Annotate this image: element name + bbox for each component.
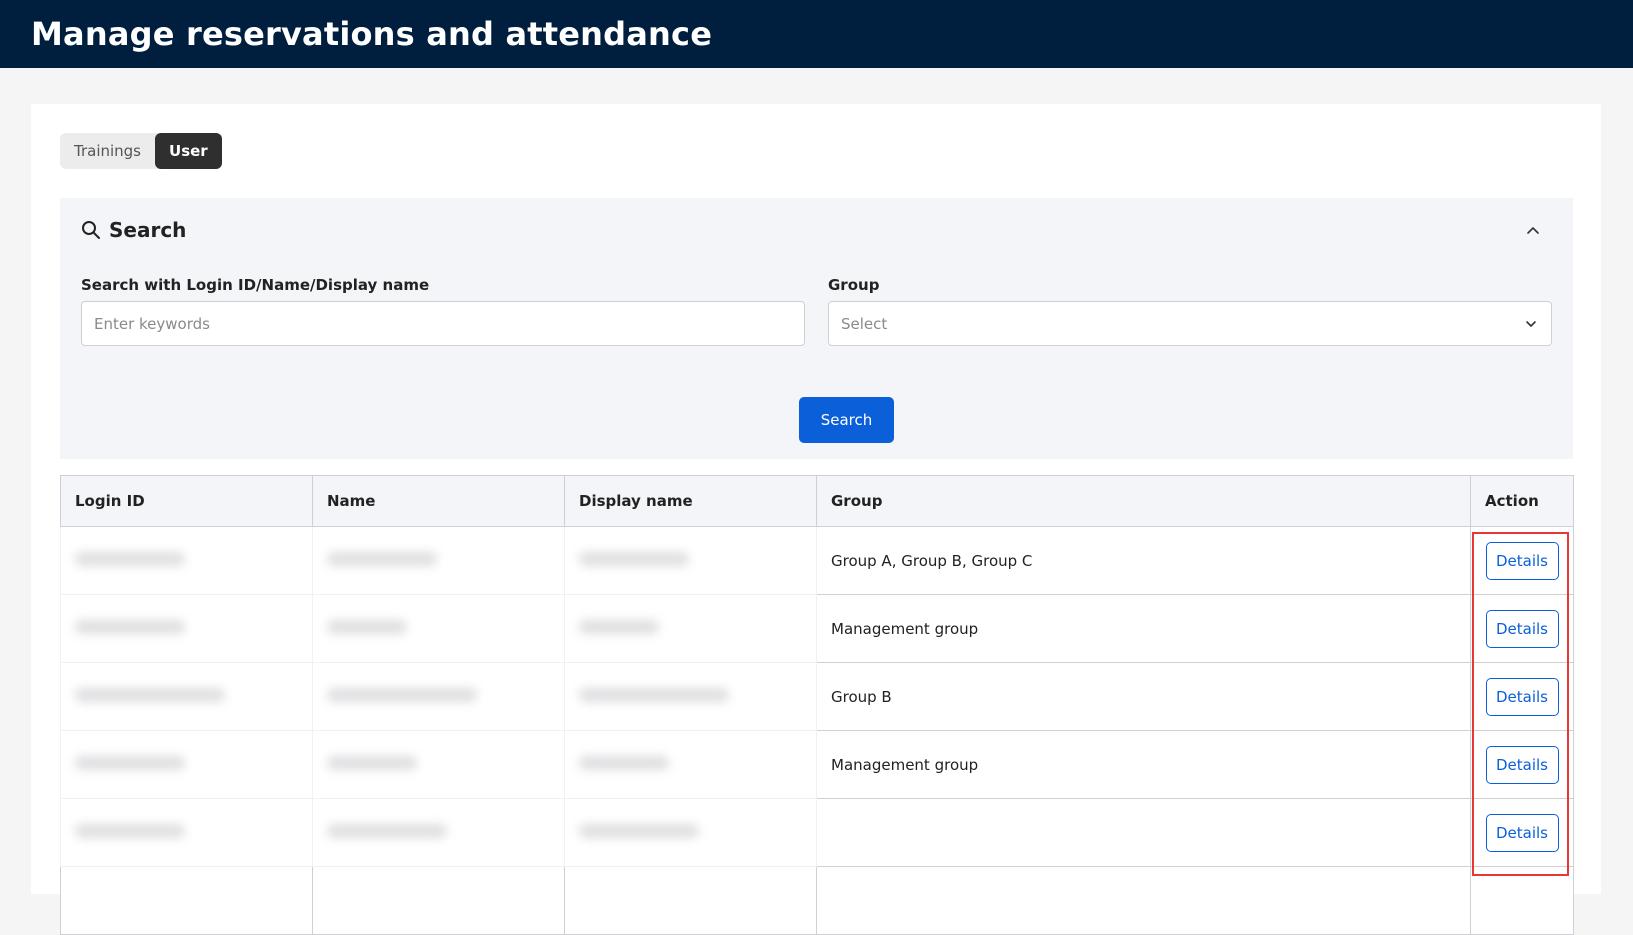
chevron-down-icon xyxy=(1526,320,1536,327)
group-cell xyxy=(816,798,1471,867)
details-button[interactable]: Details xyxy=(1485,677,1559,716)
table-row: Management group Details xyxy=(60,730,1574,799)
table-row xyxy=(60,866,1574,935)
name-cell xyxy=(312,866,565,935)
search-panel-header[interactable]: Search xyxy=(81,218,186,242)
name-cell-redacted xyxy=(312,730,565,799)
name-cell-redacted xyxy=(312,526,565,595)
display-name-cell-redacted xyxy=(564,798,817,867)
table-row: Management group Details xyxy=(60,594,1574,663)
action-cell: Details xyxy=(1470,798,1574,867)
keyword-field-label: Search with Login ID/Name/Display name xyxy=(81,276,430,294)
name-cell-redacted xyxy=(312,662,565,731)
tab-trainings[interactable]: Trainings xyxy=(60,133,155,169)
details-button[interactable]: Details xyxy=(1485,813,1559,852)
display-name-cell-redacted xyxy=(564,662,817,731)
main-panel: Trainings User Search Search with Login … xyxy=(31,104,1601,935)
group-select[interactable]: Select xyxy=(828,301,1552,346)
table-header-row: Login ID Name Display name Group Action xyxy=(60,475,1574,527)
group-cell: Management group xyxy=(816,594,1471,663)
group-field-label: Group xyxy=(828,276,880,294)
table-row: Details xyxy=(60,798,1574,867)
login-id-cell-redacted xyxy=(60,594,313,663)
column-header-login-id: Login ID xyxy=(60,475,313,527)
page-title: Manage reservations and attendance xyxy=(31,15,713,53)
view-tabs: Trainings User xyxy=(60,133,222,169)
action-cell: Details xyxy=(1470,662,1574,731)
display-name-cell-redacted xyxy=(564,594,817,663)
table-row: Group B Details xyxy=(60,662,1574,731)
display-name-cell-redacted xyxy=(564,730,817,799)
keyword-search-input[interactable] xyxy=(81,301,805,346)
group-cell xyxy=(816,866,1471,935)
login-id-cell xyxy=(60,866,313,935)
action-cell xyxy=(1470,866,1574,935)
name-cell-redacted xyxy=(312,594,565,663)
search-button[interactable]: Search xyxy=(799,397,894,443)
group-cell: Group A, Group B, Group C xyxy=(816,526,1471,595)
action-cell: Details xyxy=(1470,526,1574,595)
details-button[interactable]: Details xyxy=(1485,745,1559,784)
login-id-cell-redacted xyxy=(60,662,313,731)
display-name-cell-redacted xyxy=(564,526,817,595)
column-header-action: Action xyxy=(1470,475,1574,527)
action-cell: Details xyxy=(1470,730,1574,799)
users-table: Login ID Name Display name Group Action … xyxy=(60,475,1574,935)
details-button[interactable]: Details xyxy=(1485,541,1559,580)
name-cell-redacted xyxy=(312,798,565,867)
search-icon xyxy=(82,221,100,239)
login-id-cell-redacted xyxy=(60,798,313,867)
page-header: Manage reservations and attendance xyxy=(0,0,1633,68)
column-header-group: Group xyxy=(816,475,1471,527)
group-cell: Group B xyxy=(816,662,1471,731)
group-cell: Management group xyxy=(816,730,1471,799)
search-panel: Search Search with Login ID/Name/Display… xyxy=(60,198,1573,459)
display-name-cell xyxy=(564,866,817,935)
group-select-placeholder: Select xyxy=(841,314,888,333)
login-id-cell-redacted xyxy=(60,526,313,595)
details-button[interactable]: Details xyxy=(1485,609,1559,648)
tab-user[interactable]: User xyxy=(155,133,222,169)
column-header-name: Name xyxy=(312,475,565,527)
chevron-up-icon[interactable] xyxy=(1523,220,1543,240)
search-panel-title: Search xyxy=(109,218,187,242)
login-id-cell-redacted xyxy=(60,730,313,799)
table-row: Group A, Group B, Group C Details xyxy=(60,526,1574,595)
column-header-display-name: Display name xyxy=(564,475,817,527)
action-cell: Details xyxy=(1470,594,1574,663)
